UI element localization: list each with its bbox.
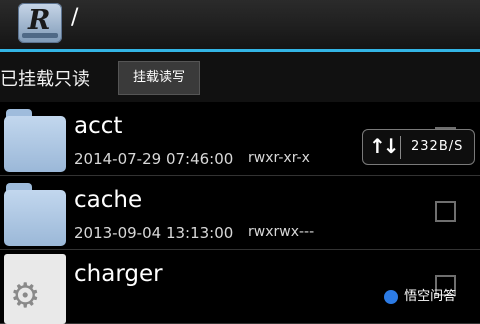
- file-date: 2014-07-29 07:46:00: [74, 150, 234, 168]
- folder-icon: [4, 180, 66, 246]
- file-permissions: rwxrwx---: [248, 224, 315, 240]
- file-row-cache[interactable]: cache 2013-09-04 13:13:00 rwxrwx---: [0, 176, 480, 250]
- file-name: charger: [74, 261, 163, 287]
- app-icon[interactable]: R: [18, 3, 62, 43]
- watermark: 悟空问答: [384, 285, 456, 304]
- settings-file-icon: ⚙: [4, 254, 66, 324]
- watermark-logo-icon: [384, 289, 398, 304]
- mount-bar: 已挂载只读 挂载读写: [0, 52, 480, 102]
- file-name: cache: [74, 187, 143, 213]
- network-speed-value: 232B/S: [411, 139, 464, 154]
- app-logo-letter: R: [28, 5, 51, 36]
- file-permissions: rwxr-xr-x: [248, 150, 310, 166]
- current-path: /: [71, 5, 79, 30]
- file-name: acct: [74, 113, 123, 139]
- folder-icon: [4, 106, 66, 172]
- action-bar: R /: [0, 0, 480, 52]
- gear-icon: ⚙: [10, 276, 41, 316]
- mount-status-label: 已挂载只读: [0, 69, 90, 90]
- network-speed-widget: ↑↓ 232B/S: [362, 129, 475, 165]
- file-checkbox[interactable]: [435, 201, 456, 222]
- file-date: 2013-09-04 13:13:00: [74, 224, 234, 242]
- up-down-arrows-icon: ↑↓: [369, 134, 399, 158]
- mount-read-write-button[interactable]: 挂载读写: [118, 61, 200, 95]
- watermark-text: 悟空问答: [404, 289, 457, 304]
